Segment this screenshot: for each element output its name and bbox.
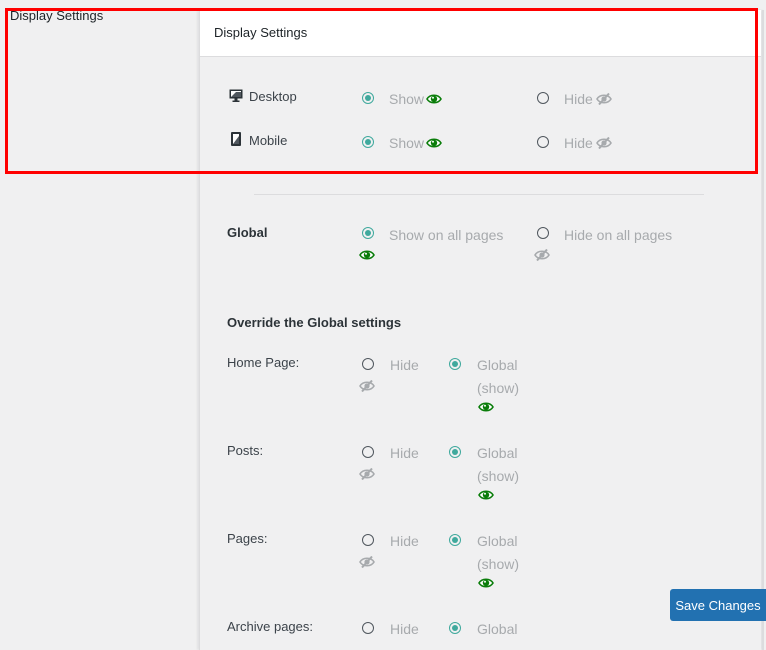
eye-slash-icon (359, 380, 375, 392)
archive-hide-radio[interactable] (362, 622, 374, 634)
eye-icon (478, 489, 494, 501)
posts-global-state: (show) (477, 468, 520, 484)
desktop-show-label[interactable]: Show (389, 91, 424, 107)
override-row-label: Posts: (227, 443, 264, 458)
global-label: Global (227, 225, 268, 240)
archive-global-label[interactable]: Global (477, 621, 517, 637)
divider (254, 194, 704, 195)
eye-slash-icon (596, 137, 612, 149)
override-row-label: Archive pages: (227, 619, 313, 634)
override-row-label: Home Page: (227, 355, 300, 370)
global-hide-label[interactable]: Hide on all pages (564, 227, 672, 243)
posts-hide-label[interactable]: Hide (390, 445, 419, 461)
home-hide-label[interactable]: Hide (390, 357, 419, 373)
posts-global-radio[interactable] (449, 446, 461, 458)
panel-title: Display Settings (200, 10, 761, 57)
pages-global-radio[interactable] (449, 534, 461, 546)
global-hide-radio[interactable] (537, 227, 549, 239)
device-label: Desktop (249, 89, 297, 104)
archive-hide-label[interactable]: Hide (390, 621, 419, 637)
eye-slash-icon (534, 249, 550, 261)
mobile-hide-radio[interactable] (537, 136, 549, 148)
device-label: Mobile (249, 133, 288, 148)
override-heading: Override the Global settings (227, 315, 402, 330)
save-changes-button[interactable]: Save Changes (670, 589, 766, 621)
pages-hide-radio[interactable] (362, 534, 374, 546)
eye-icon (478, 401, 494, 413)
mobile-show-radio[interactable] (362, 136, 374, 148)
desktop-hide-radio[interactable] (537, 92, 549, 104)
posts-hide-radio[interactable] (362, 446, 374, 458)
section-label: Display Settings (10, 8, 104, 23)
home-global-radio[interactable] (449, 358, 461, 370)
eye-icon (426, 137, 442, 149)
mobile-hide-label[interactable]: Hide (564, 135, 593, 151)
mobile-show-label[interactable]: Show (389, 135, 424, 151)
global-show-radio[interactable] (362, 227, 374, 239)
display-settings-panel: Display Settings (199, 10, 764, 650)
pages-global-label[interactable]: Global (477, 533, 517, 549)
archive-global-radio[interactable] (449, 622, 461, 634)
mobile-icon (231, 132, 241, 146)
desktop-show-radio[interactable] (362, 92, 374, 104)
eye-icon (359, 249, 375, 261)
home-hide-radio[interactable] (362, 358, 374, 370)
desktop-icon (229, 89, 243, 102)
global-show-label[interactable]: Show on all pages (389, 227, 503, 243)
override-row-label: Pages: (227, 531, 268, 546)
eye-icon (426, 93, 442, 105)
pages-global-state: (show) (477, 556, 520, 572)
eye-icon (478, 577, 494, 589)
eye-slash-icon (359, 556, 375, 568)
pages-hide-label[interactable]: Hide (390, 533, 419, 549)
desktop-hide-label[interactable]: Hide (564, 91, 593, 107)
posts-global-label[interactable]: Global (477, 445, 517, 461)
eye-slash-icon (359, 468, 375, 480)
eye-slash-icon (596, 93, 612, 105)
home-global-state: (show) (477, 380, 520, 396)
home-global-label[interactable]: Global (477, 357, 517, 373)
